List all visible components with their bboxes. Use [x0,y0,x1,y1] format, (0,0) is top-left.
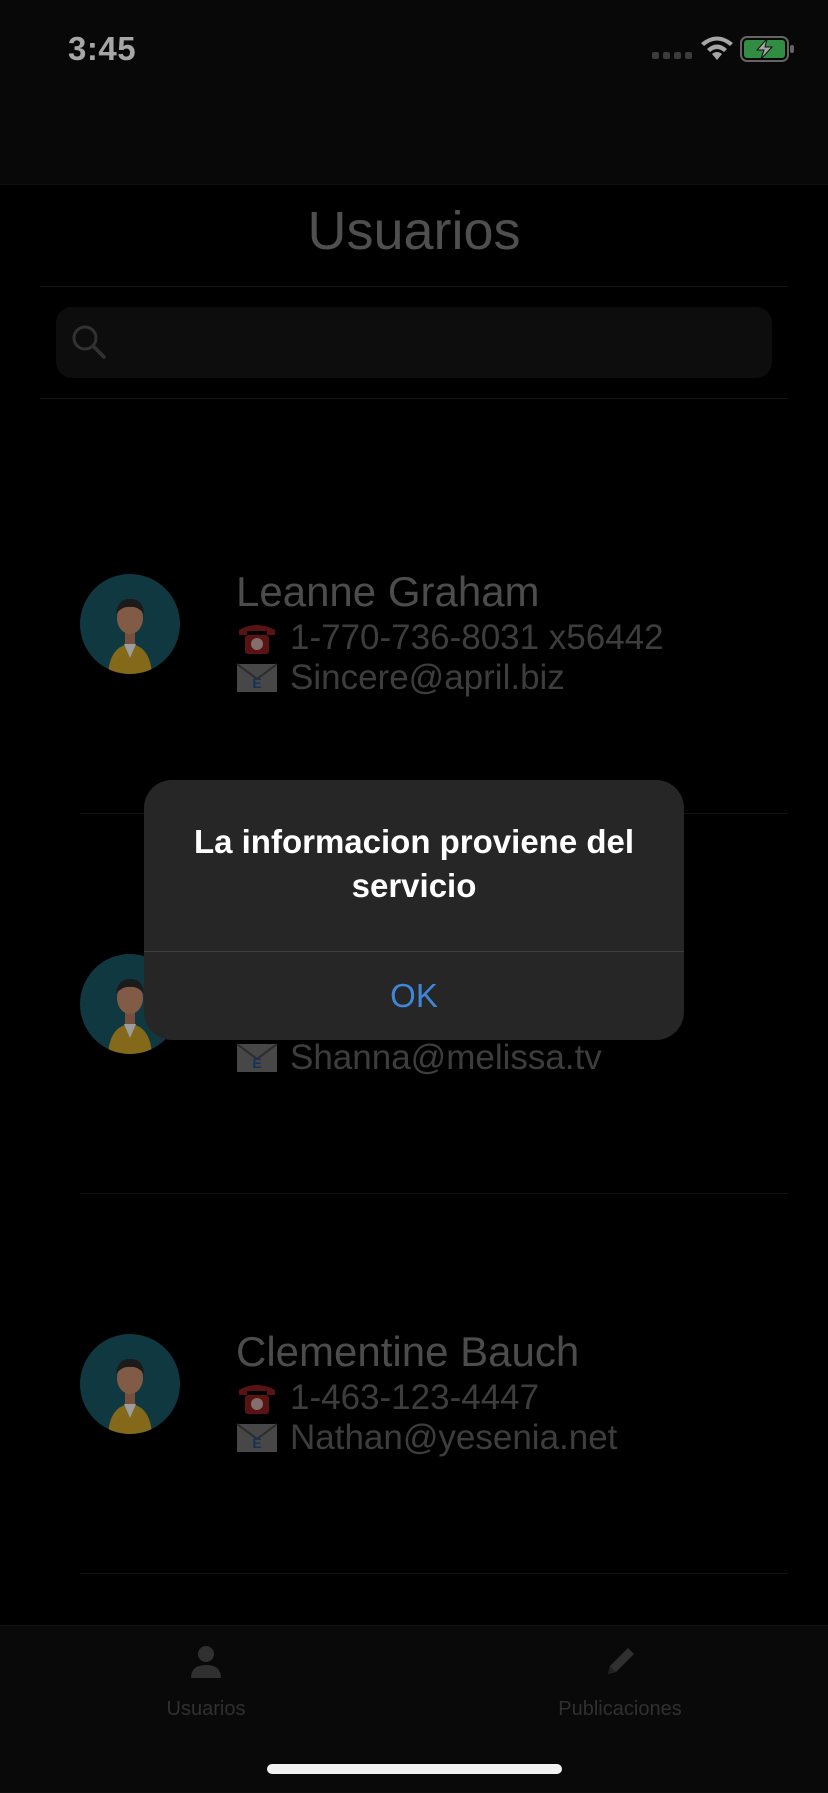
alert-dialog: La informacion proviene del servicio OK [144,780,684,1040]
home-indicator [267,1764,562,1774]
users-screen: 3:45 Usuarios Leanne Graham 1-770-736-80… [0,0,828,1793]
ok-button[interactable]: OK [144,952,684,1040]
alert-title: La informacion proviene del servicio [193,823,635,904]
